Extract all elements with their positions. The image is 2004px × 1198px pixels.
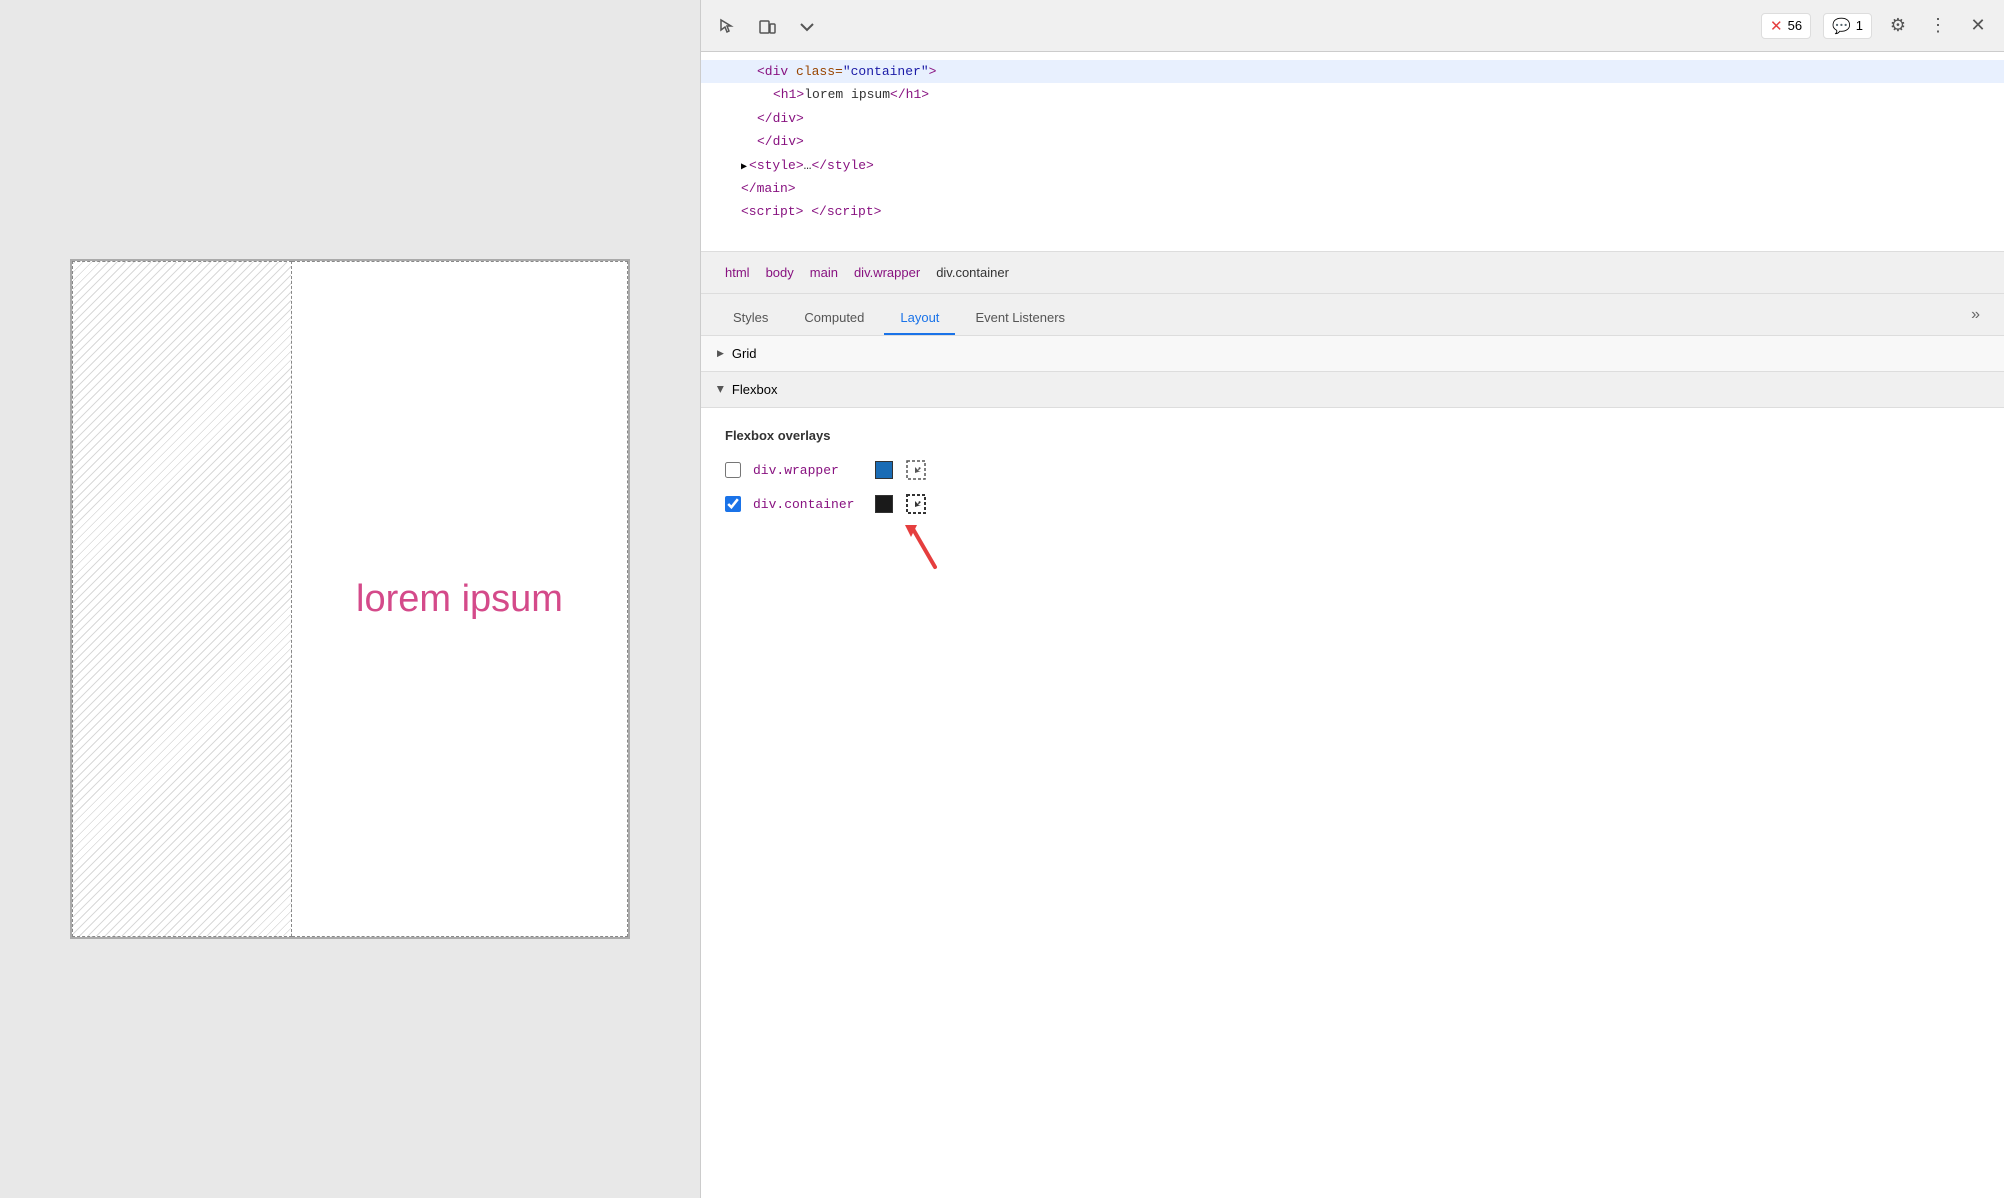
tab-event-listeners[interactable]: Event Listeners xyxy=(959,302,1081,335)
page-frame: lorem ipsum xyxy=(70,259,630,939)
flexbox-row-wrapper: div.wrapper xyxy=(725,459,1980,481)
wrapper-overlay-icon[interactable] xyxy=(905,459,927,481)
breadcrumb-bar: html body main div.wrapper div.container xyxy=(701,252,2004,294)
error-icon: ✕ xyxy=(1770,17,1783,35)
settings-button[interactable]: ⚙ xyxy=(1884,12,1912,40)
devtools-toolbar: ✕ 56 💬 1 ⚙ ⋮ ✕ xyxy=(701,0,2004,52)
wrapper-label: div.wrapper xyxy=(753,463,863,478)
source-attr: class= xyxy=(796,64,843,79)
tabs-bar: Styles Computed Layout Event Listeners » xyxy=(701,294,2004,336)
layout-content: ▶ Grid ▶ Flexbox Flexbox overlays div.wr… xyxy=(701,336,2004,1198)
grid-triangle-icon: ▶ xyxy=(717,348,724,359)
device-toolbar-button[interactable] xyxy=(753,12,781,40)
grid-section-header[interactable]: ▶ Grid xyxy=(701,336,2004,372)
message-badge[interactable]: 💬 1 xyxy=(1823,13,1872,39)
tab-styles[interactable]: Styles xyxy=(717,302,784,335)
container-overlay-icon[interactable] xyxy=(905,493,927,515)
hatched-column xyxy=(72,261,292,937)
container-checkbox[interactable] xyxy=(725,496,741,512)
more-options-button[interactable]: ⋮ xyxy=(1924,12,1952,40)
html-source-panel: <div class="container"> <h1>lorem ipsum<… xyxy=(701,52,2004,252)
red-arrow-annotation xyxy=(895,517,955,572)
breadcrumb-body[interactable]: body xyxy=(758,261,802,284)
close-devtools-button[interactable]: ✕ xyxy=(1964,12,1992,40)
tab-layout[interactable]: Layout xyxy=(884,302,955,335)
source-tag: <div xyxy=(757,64,796,79)
message-icon: 💬 xyxy=(1832,17,1851,35)
container-color-swatch[interactable] xyxy=(875,495,893,513)
source-line-h1[interactable]: <h1>lorem ipsum</h1> xyxy=(701,83,2004,106)
message-count: 1 xyxy=(1856,18,1863,33)
container-label: div.container xyxy=(753,497,863,512)
source-line-script[interactable]: <script> </script> xyxy=(701,200,2004,223)
tabs-more-button[interactable]: » xyxy=(1963,298,1988,332)
wrapper-checkbox[interactable] xyxy=(725,462,741,478)
more-tabs-button[interactable] xyxy=(793,12,821,40)
grid-label: Grid xyxy=(732,346,757,361)
container-overlay-icon-wrapper xyxy=(905,493,927,515)
source-value: "container" xyxy=(843,64,929,79)
flexbox-overlays-title: Flexbox overlays xyxy=(725,428,1980,443)
breadcrumb-main[interactable]: main xyxy=(802,261,846,284)
flexbox-triangle-icon: ▶ xyxy=(715,386,726,393)
breadcrumb-container[interactable]: div.container xyxy=(928,261,1017,284)
error-count: 56 xyxy=(1788,18,1802,33)
lorem-ipsum-text: lorem ipsum xyxy=(356,578,563,621)
flexbox-row-container: div.container xyxy=(725,493,1980,515)
wrapper-color-swatch[interactable] xyxy=(875,461,893,479)
source-line-style[interactable]: ▶<style>…</style> xyxy=(701,154,2004,177)
flexbox-section: Flexbox overlays div.wrapper div.contain… xyxy=(701,408,2004,547)
triangle-icon: ▶ xyxy=(741,159,747,177)
tab-computed[interactable]: Computed xyxy=(788,302,880,335)
source-line-main-close[interactable]: </main> xyxy=(701,177,2004,200)
inspect-element-button[interactable] xyxy=(713,12,741,40)
source-line-container-open[interactable]: <div class="container"> xyxy=(701,60,2004,83)
content-column: lorem ipsum xyxy=(292,261,628,937)
devtools-panel: ✕ 56 💬 1 ⚙ ⋮ ✕ <div class="container"> <… xyxy=(700,0,2004,1198)
browser-viewport: lorem ipsum xyxy=(0,0,700,1198)
breadcrumb-wrapper[interactable]: div.wrapper xyxy=(846,261,928,284)
breadcrumb-html[interactable]: html xyxy=(717,261,758,284)
flexbox-label: Flexbox xyxy=(732,382,778,397)
source-line-div-close[interactable]: </div> xyxy=(701,107,2004,130)
source-line-div-close-2[interactable]: </div> xyxy=(701,130,2004,153)
flexbox-section-header[interactable]: ▶ Flexbox xyxy=(701,372,2004,408)
error-badge[interactable]: ✕ 56 xyxy=(1761,13,1811,39)
